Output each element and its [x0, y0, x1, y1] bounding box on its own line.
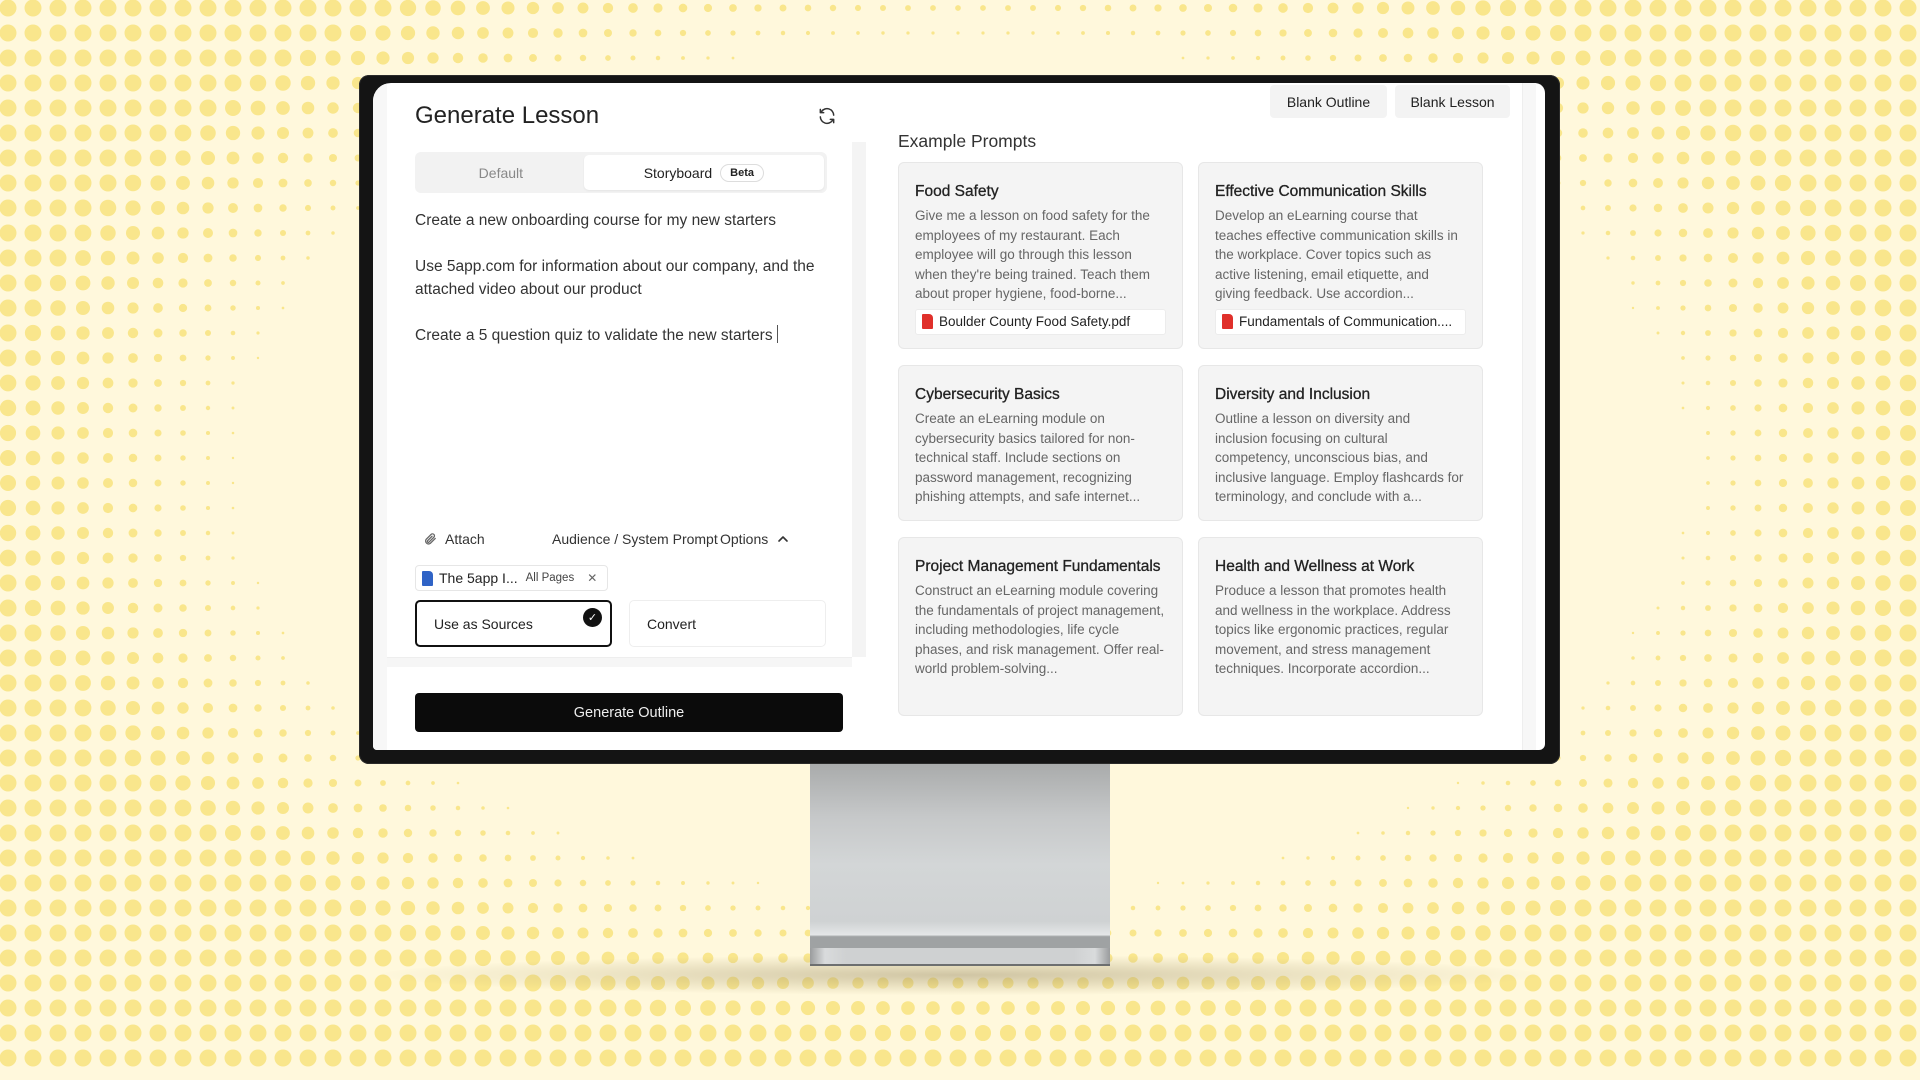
page-title: Generate Lesson [415, 102, 600, 129]
example-card-cybersecurity[interactable]: Cybersecurity Basics Create an eLearning… [898, 365, 1183, 521]
right-panel-scrollbar[interactable] [1522, 83, 1536, 750]
card-description: Outline a lesson on diversity and inclus… [1215, 411, 1464, 504]
pdf-icon [922, 314, 933, 329]
monitor-stand-base [810, 948, 1110, 966]
tab-default[interactable]: Default [418, 155, 584, 190]
blank-outline-button[interactable]: Blank Outline [1270, 85, 1387, 118]
card-title: Diversity and Inclusion [1215, 386, 1371, 403]
blank-outline-label: Blank Outline [1286, 93, 1371, 110]
paperclip-icon [425, 533, 436, 545]
card-title: Health and Wellness at Work [1215, 558, 1415, 575]
card-title: Cybersecurity Basics [915, 386, 1060, 403]
file-name: Boulder County Food Safety.pdf [939, 314, 1131, 329]
beta-badge: Beta [720, 163, 765, 182]
example-prompts-heading: Example Prompts [898, 131, 1037, 151]
attachment-pages: All Pages [525, 572, 575, 584]
tab-label: Default [478, 164, 524, 181]
attach-label: Attach [445, 531, 485, 547]
use-as-sources-option[interactable]: Use as Sources ✓ [415, 600, 612, 647]
card-description: Construct an eLearning module covering t… [915, 583, 1165, 676]
convert-option[interactable]: Convert [629, 600, 826, 647]
close-icon[interactable]: ✕ [587, 571, 597, 585]
file-name: Fundamentals of Communication.... [1239, 314, 1453, 329]
attach-button[interactable]: Attach [423, 531, 485, 547]
card-description: Develop an eLearning course that teaches… [1215, 208, 1458, 301]
chevron-up-icon [778, 536, 789, 542]
card-attachment: Fundamentals of Communication.... [1215, 308, 1466, 335]
example-card-project-management[interactable]: Project Management Fundamentals Construc… [898, 537, 1183, 716]
monitor-stand [810, 760, 1110, 950]
generate-outline-button[interactable]: Generate Outline [415, 693, 843, 732]
left-panel-scrollbar[interactable] [852, 142, 866, 657]
example-card-diversity[interactable]: Diversity and Inclusion Outline a lesson… [1198, 365, 1483, 521]
prompt-line: Create a new onboarding course for my ne… [415, 212, 776, 229]
checkmark-icon: ✓ [583, 608, 602, 627]
prompt-input[interactable]: Create a new onboarding course for my ne… [415, 209, 835, 370]
card-title: Effective Communication Skills [1215, 183, 1427, 200]
card-title: Food Safety [915, 183, 999, 200]
prompt-line: Use 5app.com for information about our c… [415, 258, 815, 298]
example-card-food-safety[interactable]: Food Safety Give me a lesson on food saf… [898, 162, 1183, 349]
blank-lesson-label: Blank Lesson [1410, 93, 1495, 110]
refresh-icon[interactable] [817, 106, 837, 126]
options-toggle[interactable]: Options [720, 531, 789, 547]
card-description: Give me a lesson on food safety for the … [915, 208, 1150, 301]
app-screen: Generate Lesson Default Storyboard Beta … [373, 83, 1545, 750]
attachment-name: The 5app I... [439, 570, 518, 586]
left-gutter [373, 83, 387, 750]
document-icon [422, 570, 433, 586]
blank-lesson-button[interactable]: Blank Lesson [1395, 85, 1510, 118]
example-card-communication[interactable]: Effective Communication Skills Develop a… [1198, 162, 1483, 349]
tab-storyboard[interactable]: Storyboard Beta [583, 155, 824, 190]
options-label: Options [720, 531, 769, 547]
card-description: Produce a lesson that promotes health an… [1215, 583, 1451, 676]
option-label: Convert [647, 615, 697, 632]
panel-divider [387, 657, 852, 667]
example-card-health-wellness[interactable]: Health and Wellness at Work Produce a le… [1198, 537, 1483, 716]
prompt-actions: Attach Audience / System Prompt Options [423, 531, 823, 551]
text-cursor [776, 325, 778, 343]
attachment-chip[interactable]: The 5app I... All Pages ✕ [415, 565, 609, 591]
prompt-line: Create a 5 question quiz to validate the… [415, 327, 773, 344]
pdf-icon [1222, 314, 1233, 329]
card-description: Create an eLearning module on cybersecur… [915, 411, 1141, 504]
mode-tabs: Default Storyboard Beta [415, 152, 827, 193]
tab-label: Storyboard [643, 164, 713, 181]
audience-system-prompt-button[interactable]: Audience / System Prompt [552, 531, 718, 547]
audience-label: Audience / System Prompt [552, 531, 718, 547]
option-label: Use as Sources [434, 615, 533, 632]
card-attachment: Boulder County Food Safety.pdf [915, 308, 1166, 335]
card-title: Project Management Fundamentals [915, 558, 1161, 575]
